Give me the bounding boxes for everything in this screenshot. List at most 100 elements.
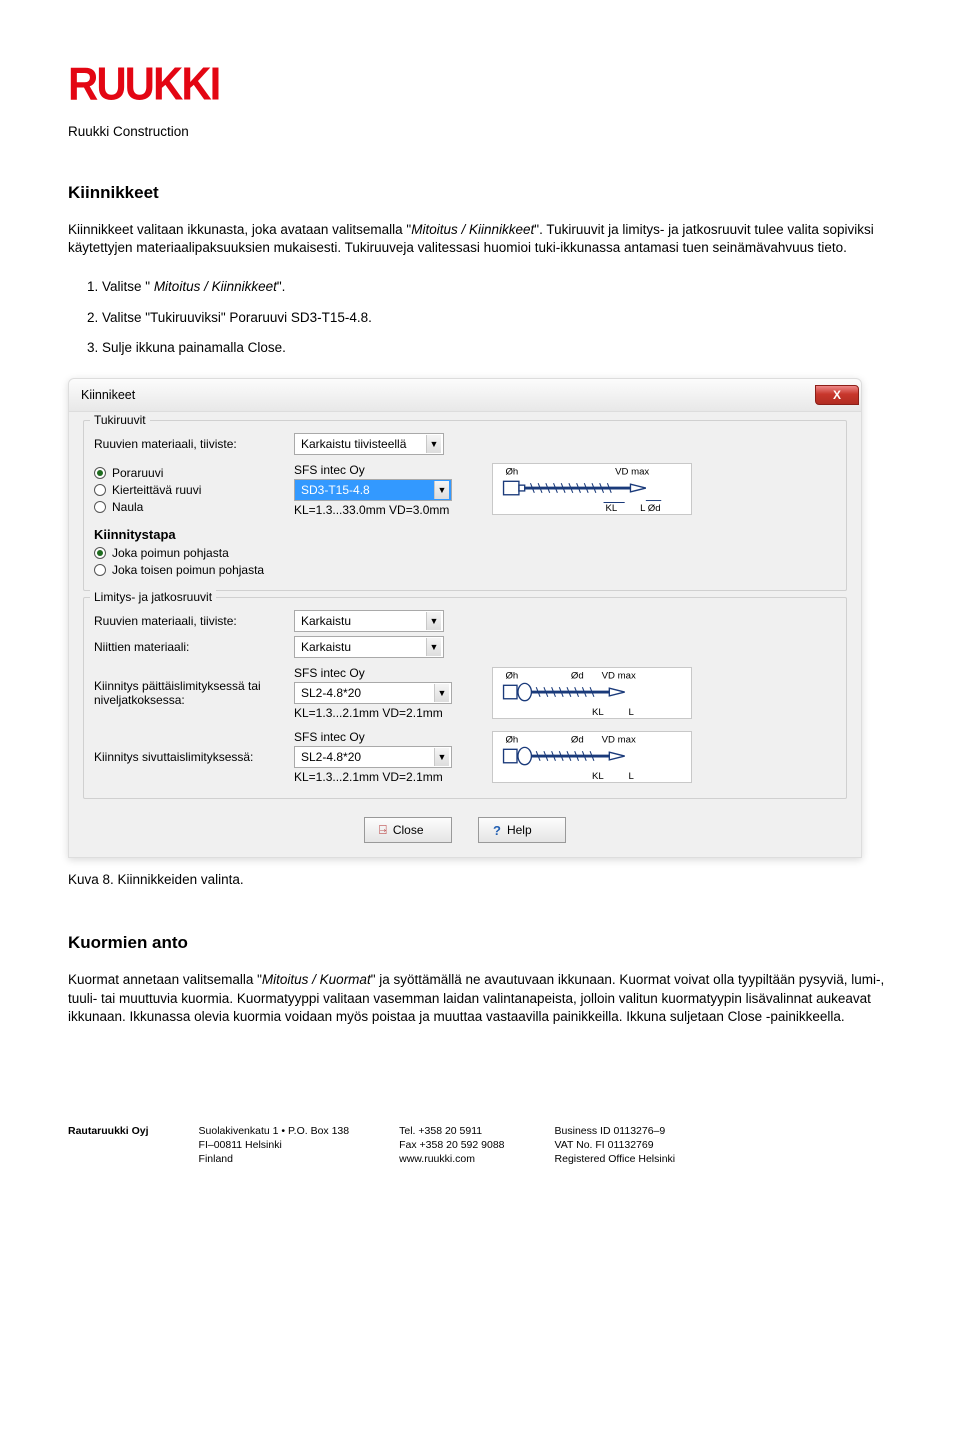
- label-sivuttaislimitys: Kiinnitys sivuttaislimityksessä:: [94, 750, 294, 764]
- footer-address: Suolakivenkatu 1 • P.O. Box 138 FI–00811…: [199, 1124, 350, 1167]
- dialog-titlebar: Kiinnikeet X: [69, 379, 861, 412]
- label-dim-2: KL=1.3...2.1mm VD=2.1mm: [294, 706, 443, 720]
- logo: RUUKKI: [68, 58, 892, 111]
- svg-text:VD max: VD max: [602, 671, 636, 682]
- radio-joka-poimun[interactable]: Joka poimun pohjasta: [94, 546, 836, 560]
- intro-paragraph: Kiinnikkeet valitaan ikkunasta, joka ava…: [68, 221, 892, 257]
- svg-text:VD max: VD max: [602, 735, 636, 746]
- footer-line: Fax +358 20 592 9088: [399, 1138, 504, 1152]
- screw-diagram-3: Øh Ød VD max: [492, 731, 692, 783]
- radio-label: Joka poimun pohjasta: [112, 546, 229, 560]
- radio-icon: [94, 484, 106, 496]
- step-1-pre: Valitse ": [102, 279, 154, 294]
- diag-label-oh: Øh: [505, 467, 518, 478]
- dialog-title: Kiinnikeet: [81, 388, 135, 402]
- radio-poraruuvi[interactable]: Poraruuvi: [94, 466, 294, 480]
- radio-icon: [94, 467, 106, 479]
- subheading-kiinnitystapa: Kiinnitystapa: [94, 527, 836, 542]
- radio-kierteittava[interactable]: Kierteittävä ruuvi: [94, 483, 294, 497]
- help-button-label: Help: [507, 823, 532, 837]
- group-tukiruuvit-label: Tukiruuvit: [90, 413, 150, 427]
- footer-line: Finland: [199, 1152, 350, 1166]
- intro-text-italic: Mitoitus / Kiinnikkeet: [411, 222, 534, 237]
- footer-line: FI–00811 Helsinki: [199, 1138, 350, 1152]
- close-button[interactable]: ⍈ Close: [364, 817, 452, 843]
- chevron-down-icon: ▼: [426, 435, 441, 453]
- combo-niittien-materiaali[interactable]: Karkaistu ▼: [294, 636, 444, 658]
- svg-text:Ød: Ød: [571, 735, 584, 746]
- label-dim-1: KL=1.3...33.0mm VD=3.0mm: [294, 503, 449, 517]
- step-2: Valitse "Tukiruuviksi" Poraruuvi SD3-T15…: [102, 306, 892, 330]
- chevron-down-icon: ▼: [426, 638, 441, 656]
- chevron-down-icon: ▼: [434, 748, 449, 766]
- svg-text:Øh: Øh: [505, 671, 518, 682]
- help-button[interactable]: ? Help: [478, 817, 566, 843]
- label-sfs-1: SFS intec Oy: [294, 463, 365, 477]
- svg-text:KL: KL: [592, 771, 604, 782]
- radio-naula[interactable]: Naula: [94, 500, 294, 514]
- label-ruuvien-materiaali-2: Ruuvien materiaali, tiiviste:: [94, 614, 294, 628]
- diag-label-vdmax: VD max: [615, 467, 649, 478]
- label-sfs-3: SFS intec Oy: [294, 730, 365, 744]
- group-tukiruuvit: Tukiruuvit Ruuvien materiaali, tiiviste:…: [83, 420, 847, 591]
- svg-text:Ød: Ød: [571, 671, 584, 682]
- section-title-kuormien-anto: Kuormien anto: [68, 933, 892, 953]
- dialog-kiinnikkeet: Kiinnikeet X Tukiruuvit Ruuvien materiaa…: [68, 378, 862, 858]
- label-ruuvien-materiaali-1: Ruuvien materiaali, tiiviste:: [94, 437, 294, 451]
- radio-label: Naula: [112, 500, 143, 514]
- footer-line: Business ID 0113276–9: [555, 1124, 676, 1138]
- footer-line: Registered Office Helsinki: [555, 1152, 676, 1166]
- footer-company: Rautaruukki Oyj: [68, 1124, 149, 1167]
- combo-screw-model-2[interactable]: SL2-4.8*20 ▼: [294, 682, 452, 704]
- chevron-down-icon: ▼: [434, 684, 449, 702]
- combo-value: Karkaistu: [301, 614, 351, 628]
- diag-label-l: L: [640, 503, 646, 514]
- diag-label-kl: KL: [605, 503, 617, 514]
- label-paittaislimitys: Kiinnitys päittäislimityksessä tai nivel…: [94, 679, 294, 708]
- radio-icon: [94, 547, 106, 559]
- combo-value: Karkaistu: [301, 640, 351, 654]
- combo-screw-model-3[interactable]: SL2-4.8*20 ▼: [294, 746, 452, 768]
- label-dim-3: KL=1.3...2.1mm VD=2.1mm: [294, 770, 443, 784]
- step-3-text: Sulje ikkuna painamalla Close.: [102, 340, 286, 355]
- chevron-down-icon: ▼: [434, 481, 449, 499]
- screw-diagram-1: Øh VD max: [492, 463, 692, 515]
- radio-icon: [94, 501, 106, 513]
- close-button-label: Close: [393, 823, 424, 837]
- diag-label-od: Ød: [648, 503, 661, 514]
- group-limitys-label: Limitys- ja jatkosruuvit: [90, 590, 216, 604]
- svg-text:Øh: Øh: [505, 735, 518, 746]
- combo-value: SL2-4.8*20: [301, 750, 361, 764]
- help-icon: ?: [493, 823, 501, 838]
- step-1-italic: Mitoitus / Kiinnikkeet: [154, 279, 277, 294]
- combo-ruuvien-materiaali-1[interactable]: Karkaistu tiivisteellä ▼: [294, 433, 444, 455]
- footer-line: Suolakivenkatu 1 • P.O. Box 138: [199, 1124, 350, 1138]
- step-3: Sulje ikkuna painamalla Close.: [102, 336, 892, 360]
- step-2-text: Valitse "Tukiruuviksi" Poraruuvi SD3-T15…: [102, 310, 372, 325]
- section-title-kiinnikkeet: Kiinnikkeet: [68, 183, 892, 203]
- svg-text:KL: KL: [592, 707, 604, 718]
- combo-ruuvien-materiaali-2[interactable]: Karkaistu ▼: [294, 610, 444, 632]
- radio-label: Kierteittävä ruuvi: [112, 483, 201, 497]
- company-sub: Ruukki Construction: [68, 124, 892, 139]
- label-niittien-materiaali: Niittien materiaali:: [94, 640, 294, 654]
- footer-line: www.ruukki.com: [399, 1152, 504, 1166]
- footer-line: Tel. +358 20 5911: [399, 1124, 504, 1138]
- label-sfs-2: SFS intec Oy: [294, 666, 365, 680]
- footer-line: VAT No. FI 01132769: [555, 1138, 676, 1152]
- step-1: Valitse " Mitoitus / Kiinnikkeet".: [102, 275, 892, 299]
- body2-italic: Mitoitus / Kuormat: [262, 972, 371, 987]
- radio-label: Joka toisen poimun pohjasta: [112, 563, 264, 577]
- group-limitys: Limitys- ja jatkosruuvit Ruuvien materia…: [83, 597, 847, 799]
- radio-joka-toisen[interactable]: Joka toisen poimun pohjasta: [94, 563, 836, 577]
- footer-contact: Tel. +358 20 5911 Fax +358 20 592 9088 w…: [399, 1124, 504, 1167]
- combo-screw-model-1[interactable]: SD3-T15-4.8 ▼: [294, 479, 452, 501]
- steps-list: Valitse " Mitoitus / Kiinnikkeet". Valit…: [102, 275, 892, 360]
- radio-label: Poraruuvi: [112, 466, 163, 480]
- screw-diagram-2: Øh Ød VD max: [492, 667, 692, 719]
- window-close-button[interactable]: X: [815, 385, 859, 405]
- combo-value: Karkaistu tiivisteellä: [301, 437, 406, 451]
- combo-value: SD3-T15-4.8: [301, 483, 370, 497]
- door-exit-icon: ⍈: [379, 822, 387, 838]
- intro-text-pre: Kiinnikkeet valitaan ikkunasta, joka ava…: [68, 222, 411, 237]
